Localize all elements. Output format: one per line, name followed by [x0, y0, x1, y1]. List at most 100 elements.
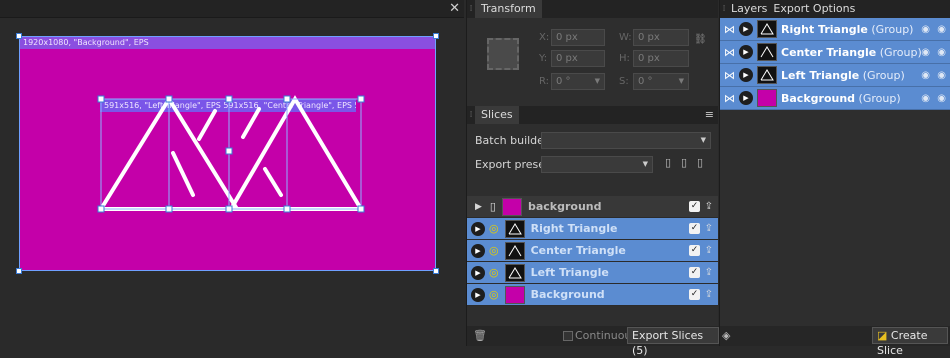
export-checkbox[interactable]: ✓	[689, 267, 700, 278]
slice-name: Center Triangle	[530, 244, 626, 257]
export-icon[interactable]: ⇪	[705, 267, 713, 278]
drag-grip-icon[interactable]: ⁞	[467, 0, 475, 18]
transform-panel: X: 0 px W: 0 px ⛓ Y: 0 px H: 0 px R: 0 °…	[467, 18, 718, 106]
chevron-down-icon[interactable]: ▼	[595, 74, 600, 89]
export-icon[interactable]: ⇪	[705, 223, 713, 234]
x-field[interactable]: 0 px	[551, 29, 605, 46]
expand-icon[interactable]: ▶	[475, 202, 482, 212]
layer-thumbnail	[757, 89, 777, 107]
slice-row-right-triangle[interactable]: ▶ ◎ Right Triangle ✓ ⇪	[467, 218, 718, 240]
link-icon[interactable]: ⛓	[694, 34, 707, 45]
resize-handle[interactable]	[16, 268, 22, 274]
create-slice-button[interactable]: ◪ Create Slice	[872, 327, 948, 357]
export-checkbox[interactable]: ✓	[689, 223, 700, 234]
triangles-artwork[interactable]	[95, 95, 365, 217]
layers-footer: ◈ ◪ Create Slice	[720, 326, 950, 357]
slice-name: Left Triangle	[530, 266, 609, 279]
chevron-down-icon: ▼	[642, 160, 648, 168]
expand-icon[interactable]: ▶	[471, 265, 485, 280]
layer-row-left-triangle[interactable]: ⋈ ▶ Left Triangle (Group) ◉ ◉	[720, 64, 950, 87]
tab-layers[interactable]: Layers	[728, 0, 770, 18]
layer-thumbnail	[757, 43, 777, 61]
expand-icon[interactable]: ▶	[739, 22, 753, 36]
file-icon: ▯	[489, 200, 496, 213]
expand-icon[interactable]: ▶	[739, 45, 753, 59]
slice-thumbnail	[504, 285, 525, 304]
slice-row-left-triangle[interactable]: ▶ ◎ Left Triangle ✓ ⇪	[467, 262, 718, 284]
y-field[interactable]: 0 px	[551, 50, 605, 67]
slices-tabbar: ⁞ Slices ≡	[467, 106, 718, 124]
transform-tabbar: ⁞ Transform	[467, 0, 718, 18]
shear-value: 0 °	[638, 76, 653, 87]
shear-field[interactable]: 0 ° ▼	[633, 73, 689, 90]
export-icon[interactable]: ⇪	[705, 245, 713, 256]
export-icon[interactable]: ⇪	[705, 201, 713, 212]
width-field[interactable]: 0 px	[633, 29, 689, 46]
visibility-eye-icon[interactable]: ◉	[921, 93, 930, 104]
export-slices-button[interactable]: Export Slices (5)	[627, 327, 719, 357]
document-canvas[interactable]: ✕ 1920x1080, "Background", EPS 591x516, …	[0, 0, 464, 346]
expand-icon[interactable]: ▶	[739, 91, 753, 105]
right-triangle-bounds	[228, 98, 362, 210]
manage-presets-icon[interactable]: ▯	[697, 156, 703, 169]
height-field[interactable]: 0 px	[633, 50, 689, 67]
right-triangle-shape	[229, 95, 365, 211]
visibility-eye-icon[interactable]: ◉	[921, 24, 930, 35]
tab-slices[interactable]: Slices	[475, 106, 519, 124]
layer-name: Right Triangle (Group)	[781, 22, 914, 36]
slice-row-center-triangle[interactable]: ▶ ◎ Center Triangle ✓ ⇪	[467, 240, 718, 262]
lock-visibility-icon[interactable]: ◉	[937, 93, 946, 104]
rotation-field[interactable]: 0 ° ▼	[551, 73, 605, 90]
resize-handle[interactable]	[16, 33, 22, 39]
close-icon[interactable]: ✕	[449, 1, 460, 16]
expand-icon[interactable]: ▶	[471, 287, 485, 302]
layers-stack-icon[interactable]: ◈	[722, 329, 730, 342]
left-triangle-bounds	[100, 98, 230, 210]
anchor-point-selector[interactable]	[487, 38, 519, 70]
layer-row-right-triangle[interactable]: ⋈ ▶ Right Triangle (Group) ◉ ◉	[720, 18, 950, 41]
slice-name: Background	[530, 288, 605, 301]
resize-handle[interactable]	[433, 268, 439, 274]
slice-thumbnail	[504, 219, 525, 238]
lock-visibility-icon[interactable]: ◉	[937, 70, 946, 81]
new-preset-icon[interactable]: ▯	[665, 156, 671, 169]
slice-row-background-group[interactable]: ▶ ◎ Background ✓ ⇪	[467, 284, 718, 306]
expand-icon[interactable]: ▶	[471, 243, 485, 258]
lock-visibility-icon[interactable]: ◉	[937, 47, 946, 58]
rotation-label: R:	[539, 76, 550, 87]
continuous-checkbox[interactable]	[563, 331, 573, 341]
slice-row-background[interactable]: ▶ ▯ background ✓ ⇪	[467, 196, 718, 218]
drag-grip-icon[interactable]: ⁞	[467, 106, 475, 124]
export-checkbox[interactable]: ✓	[689, 201, 700, 212]
trash-icon[interactable]: 🗑	[473, 329, 487, 342]
delete-preset-icon[interactable]: ▯	[681, 156, 687, 169]
tab-export-options[interactable]: Export Options	[770, 0, 858, 18]
visibility-eye-icon[interactable]: ◉	[921, 70, 930, 81]
export-icon[interactable]: ⇪	[705, 289, 713, 300]
share-icon: ⋈	[724, 68, 735, 82]
visibility-eye-icon[interactable]: ◉	[921, 47, 930, 58]
expand-icon[interactable]: ▶	[471, 221, 485, 236]
export-checkbox[interactable]: ✓	[689, 245, 700, 256]
layer-row-center-triangle[interactable]: ⋈ ▶ Center Triangle (Group) ◉ ◉	[720, 41, 950, 64]
layer-thumbnail	[757, 20, 777, 38]
slice-name: Right Triangle	[530, 222, 618, 235]
expand-icon[interactable]: ▶	[739, 68, 753, 82]
panel-menu-icon[interactable]: ≡	[705, 108, 714, 121]
drag-grip-icon[interactable]: ⁞	[720, 0, 728, 18]
chevron-down-icon[interactable]: ▼	[679, 74, 684, 89]
lock-visibility-icon[interactable]: ◉	[937, 24, 946, 35]
layer-thumbnail	[757, 66, 777, 84]
share-icon: ⋈	[724, 45, 735, 59]
slice-icon: ◪	[877, 329, 888, 342]
export-preset-select[interactable]: ▼	[541, 156, 653, 173]
canvas-toolbar: ✕	[0, 0, 464, 18]
batch-builder-select[interactable]: ▼	[541, 132, 711, 149]
slice-name: background	[527, 200, 602, 213]
export-checkbox[interactable]: ✓	[689, 289, 700, 300]
shear-label: S:	[619, 76, 629, 87]
resize-handle[interactable]	[433, 33, 439, 39]
layer-row-background[interactable]: ⋈ ▶ Background (Group) ◉ ◉	[720, 87, 950, 110]
linked-slice-icon: ◎	[489, 244, 499, 257]
tab-transform[interactable]: Transform	[475, 0, 542, 18]
